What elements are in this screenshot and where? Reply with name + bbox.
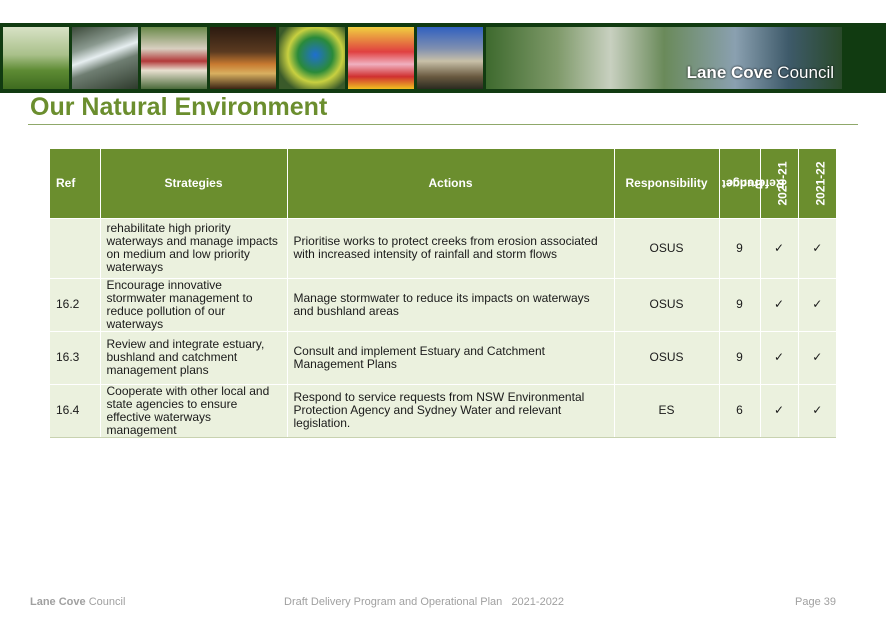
- check-mark: ✓: [798, 277, 836, 331]
- check-mark: ✓: [760, 383, 799, 438]
- cell-responsibility: OSUS: [614, 217, 720, 278]
- cell-ref: [50, 217, 101, 278]
- park-photo: [3, 27, 69, 89]
- table-header-row: Ref Strategies Actions Responsibility Bu…: [50, 149, 836, 218]
- dining-photo: [210, 27, 276, 89]
- check-mark: ✓: [760, 217, 799, 278]
- footer-document-title: Draft Delivery Program and Operational P…: [284, 596, 565, 608]
- table-row: rehabilitate high priority waterways and…: [50, 217, 836, 278]
- dancers-photo: [141, 27, 207, 89]
- cell-responsibility: ES: [614, 383, 720, 438]
- cell-action: Prioritise works to protect creeks from …: [287, 217, 615, 278]
- lorikeet-photo: [279, 27, 345, 89]
- waterfall-photo: [72, 27, 138, 89]
- cell-strategy: rehabilitate high priority waterways and…: [100, 217, 288, 278]
- cell-strategy: Review and integrate estuary, bushland a…: [100, 330, 288, 384]
- cell-responsibility: OSUS: [614, 277, 720, 331]
- actions-table: Ref Strategies Actions Responsibility Bu…: [50, 149, 836, 438]
- table-row: 16.4 Cooperate with other local and stat…: [50, 383, 836, 438]
- cell-budget: 9: [719, 330, 761, 384]
- cell-budget: 9: [719, 277, 761, 331]
- header-strategies: Strategies: [100, 149, 288, 218]
- cell-action: Respond to service requests from NSW Env…: [287, 383, 615, 438]
- header-actions: Actions: [287, 149, 615, 218]
- header-year-2021-22: 2021-22: [813, 161, 828, 206]
- page-title: Our Natural Environment: [30, 93, 328, 121]
- check-mark: ✓: [798, 330, 836, 384]
- check-mark: ✓: [760, 277, 799, 331]
- street-and-harbour-photo: Lane Cove Council: [486, 27, 842, 89]
- check-mark: ✓: [798, 383, 836, 438]
- check-mark: ✓: [798, 217, 836, 278]
- cell-strategy: Encourage innovative stormwater manageme…: [100, 277, 288, 331]
- cell-ref: 16.4: [50, 383, 101, 438]
- header-responsibility: Responsibility: [614, 149, 720, 218]
- cell-budget: 9: [719, 217, 761, 278]
- cell-ref: 16.2: [50, 277, 101, 331]
- table-row: 16.3 Review and integrate estuary, bushl…: [50, 330, 836, 384]
- header-banner: Lane Cove Council: [0, 23, 886, 93]
- council-logo: Lane Cove Council: [686, 63, 834, 82]
- title-divider: [28, 124, 858, 125]
- header-ref: Ref: [50, 149, 101, 218]
- header-budget-reference: Budget Reference: [719, 149, 784, 218]
- footer-page-number: Page 39: [795, 596, 836, 608]
- cell-ref: 16.3: [50, 330, 101, 384]
- cell-action: Manage stormwater to reduce its impacts …: [287, 277, 615, 331]
- footer-council-name: Lane Cove Council: [30, 596, 126, 608]
- cell-action: Consult and implement Estuary and Catchm…: [287, 330, 615, 384]
- cell-responsibility: OSUS: [614, 330, 720, 384]
- photo-strip: Lane Cove Council: [3, 27, 883, 89]
- table-row: 16.2 Encourage innovative stormwater man…: [50, 277, 836, 331]
- cell-budget: 6: [719, 383, 761, 438]
- cell-strategy: Cooperate with other local and state age…: [100, 383, 288, 438]
- performer-photo: [348, 27, 414, 89]
- check-mark: ✓: [760, 330, 799, 384]
- building-photo: [417, 27, 483, 89]
